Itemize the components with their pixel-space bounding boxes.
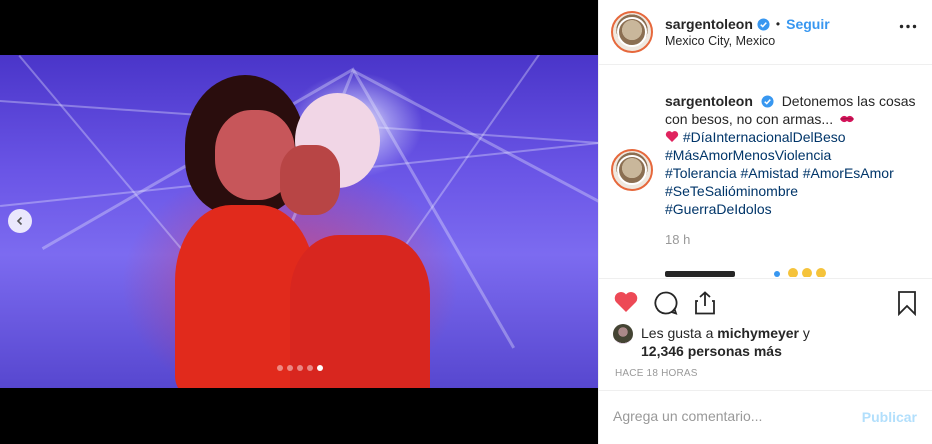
light-beam xyxy=(353,70,598,233)
carousel-dot-active xyxy=(317,365,323,371)
likes-conj: y xyxy=(802,325,810,341)
next-comment-preview xyxy=(665,268,826,277)
heart-icon[interactable] xyxy=(613,290,639,314)
carousel-dot xyxy=(287,365,293,371)
figure-hand xyxy=(280,145,340,215)
hashtag-link[interactable]: #MásAmorMenosViolencia xyxy=(665,146,917,164)
avatar[interactable] xyxy=(611,149,653,191)
hashtag-link[interactable]: #GuerraDeIdolos xyxy=(665,200,917,218)
verified-icon xyxy=(761,95,774,108)
comment-icon[interactable] xyxy=(653,290,679,316)
carousel-dot xyxy=(297,365,303,371)
caption-username[interactable]: sargentoleon xyxy=(665,93,753,109)
more-icon[interactable] xyxy=(899,24,917,29)
caption: sargentoleon Detonemos las cosas con bes… xyxy=(665,92,917,218)
likes-count-link[interactable]: 12,346 personas más xyxy=(641,343,782,359)
heart-emoji-icon xyxy=(665,131,679,142)
action-bar xyxy=(599,278,932,328)
header-user: sargentoleon • Seguir xyxy=(665,16,830,32)
carousel-prev-button[interactable] xyxy=(8,209,32,233)
avatar[interactable] xyxy=(611,11,653,53)
likes-prefix: Les gusta a xyxy=(641,325,714,341)
hashtag-link[interactable]: #DíaInternacionalDelBeso xyxy=(683,129,846,145)
post-photo[interactable] xyxy=(0,55,598,388)
bookmark-icon[interactable] xyxy=(897,290,917,316)
caption-time: 18 h xyxy=(665,232,691,247)
verified-icon xyxy=(757,17,770,31)
separator: • xyxy=(775,17,781,31)
post-comment-button[interactable]: Publicar xyxy=(862,409,917,425)
add-comment-section: Publicar xyxy=(599,390,932,444)
likes-line: Les gusta a michymeyer y xyxy=(641,325,810,341)
hashtag-link[interactable]: #SeTeSalióminombre xyxy=(665,182,917,200)
share-icon[interactable] xyxy=(693,290,717,316)
hashtag-link[interactable]: #Tolerancia #Amistad #AmorEsAmor xyxy=(665,164,917,182)
carousel-dot xyxy=(277,365,283,371)
avatar[interactable] xyxy=(613,324,633,344)
carousel-dot xyxy=(307,365,313,371)
likes-user-link[interactable]: michymeyer xyxy=(717,325,799,341)
comments-area[interactable]: sargentoleon Detonemos las cosas con bes… xyxy=(599,66,932,277)
location-link[interactable]: Mexico City, Mexico xyxy=(665,34,775,48)
follow-button[interactable]: Seguir xyxy=(786,16,830,32)
post-header: sargentoleon • Seguir Mexico City, Mexic… xyxy=(599,0,932,65)
comment-input[interactable] xyxy=(613,408,843,424)
username-link[interactable]: sargentoleon xyxy=(665,16,753,32)
chevron-left-icon xyxy=(16,216,23,226)
kiss-icon xyxy=(839,115,854,123)
post-timestamp[interactable]: HACE 18 HORAS xyxy=(615,368,698,379)
post-media xyxy=(0,0,598,444)
post-sidebar: sargentoleon • Seguir Mexico City, Mexic… xyxy=(598,0,932,444)
carousel-indicator xyxy=(277,365,323,371)
